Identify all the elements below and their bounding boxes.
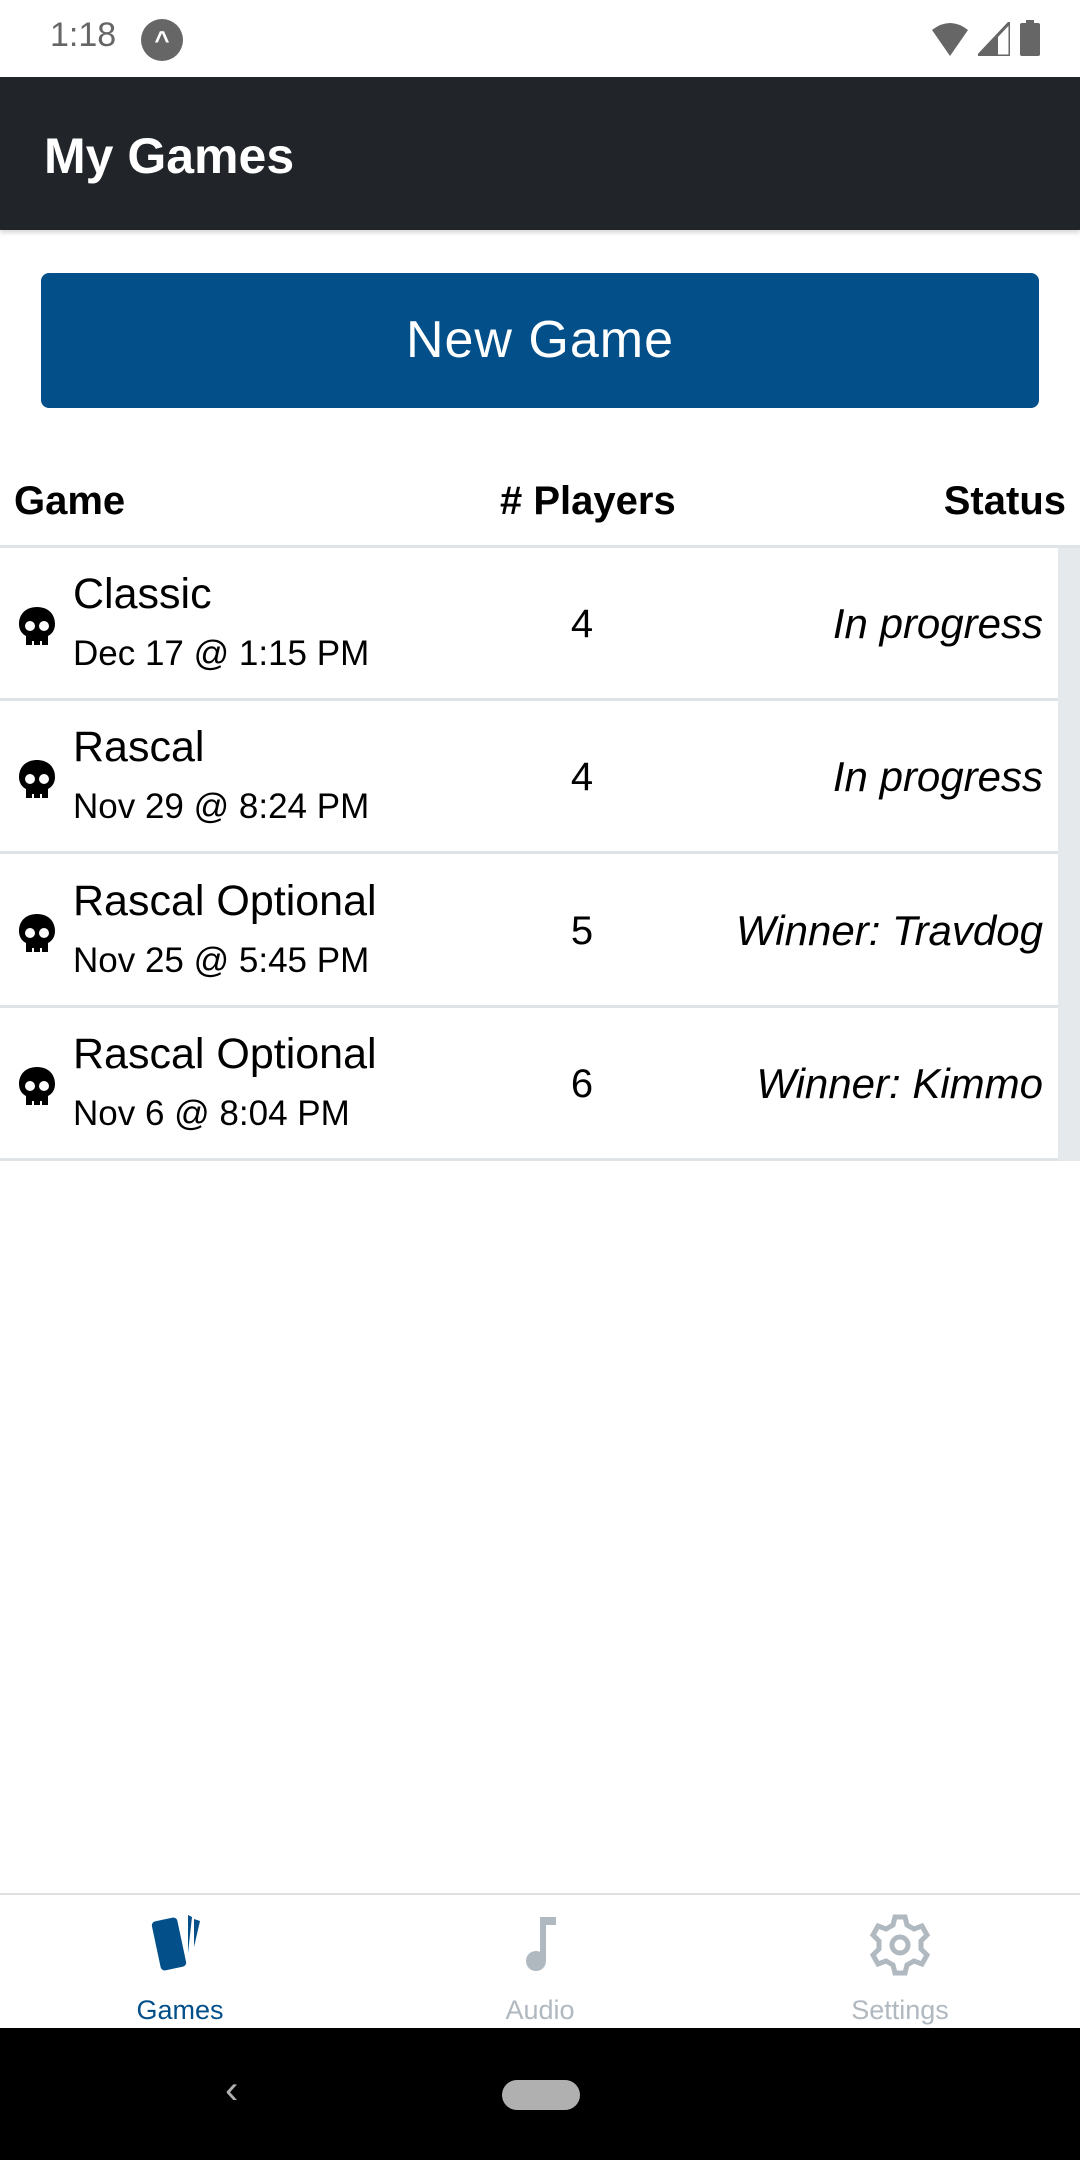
music-note-icon [526,1917,556,1971]
game-date: Nov 29 @ 8:24 PM [73,787,370,827]
game-date: Dec 17 @ 1:15 PM [73,634,370,673]
battery-icon [1020,20,1040,56]
tab-settings[interactable]: Settings [720,1895,1080,2030]
player-count: 5 [570,908,594,953]
tab-games-label: Games [136,1995,224,2025]
table-row[interactable]: Rascal Optional Nov 25 @ 5:45 PM 5 Winne… [0,854,1058,1008]
player-count: 6 [570,1061,594,1106]
game-status: In progress [832,600,1043,647]
status-bar: 1:18 ^ [0,0,1080,77]
table-header: Game # Players Status [0,455,1080,548]
game-name: Classic [73,570,212,618]
signal-icon [978,22,1010,56]
table-row[interactable]: Rascal Nov 29 @ 8:24 PM 4 In progress [0,701,1058,855]
table-row[interactable]: Classic Dec 17 @ 1:15 PM 4 In progress [0,548,1058,701]
page-title: My Games [44,128,295,184]
game-name: Rascal Optional [73,1029,377,1078]
tab-audio-label: Audio [505,1995,575,2025]
cards-icon [151,1915,200,1971]
tab-settings-label: Settings [851,1995,949,2025]
back-icon[interactable]: ‹ [225,2068,238,2113]
skull-icon [19,913,55,954]
table-row[interactable]: Rascal Optional Nov 6 @ 8:04 PM 6 Winner… [0,1007,1058,1161]
system-nav-bar: ‹ [0,2028,1080,2160]
game-name: Rascal [73,723,205,772]
tab-games[interactable]: Games [0,1895,360,2030]
app-bar: My Games [0,77,1080,230]
skull-icon [19,760,55,801]
wifi-icon [932,23,968,56]
game-status: Winner: Travdog [736,906,1043,954]
status-time: 1:18 [50,16,117,54]
gear-icon [869,1914,931,1976]
app-notification-icon: ^ [141,19,183,61]
game-date: Nov 6 @ 8:04 PM [73,1093,350,1133]
game-name: Rascal Optional [73,876,377,925]
player-count: 4 [570,602,594,646]
home-pill[interactable] [502,2080,580,2110]
column-header-game[interactable]: Game [14,479,125,524]
skull-icon [19,607,55,647]
skull-icon [19,1066,55,1107]
new-game-button[interactable]: New Game [41,273,1039,408]
tab-audio[interactable]: Audio [360,1895,720,2030]
bottom-nav: Games Audio Settings [0,1893,1080,2028]
scrollbar[interactable] [1058,548,1080,1161]
player-count: 4 [570,755,594,800]
column-header-status[interactable]: Status [944,479,1066,524]
game-status: Winner: Kimmo [756,1059,1043,1107]
game-date: Nov 25 @ 5:45 PM [73,940,370,980]
column-header-players[interactable]: # Players [500,479,676,524]
game-status: In progress [832,753,1043,801]
